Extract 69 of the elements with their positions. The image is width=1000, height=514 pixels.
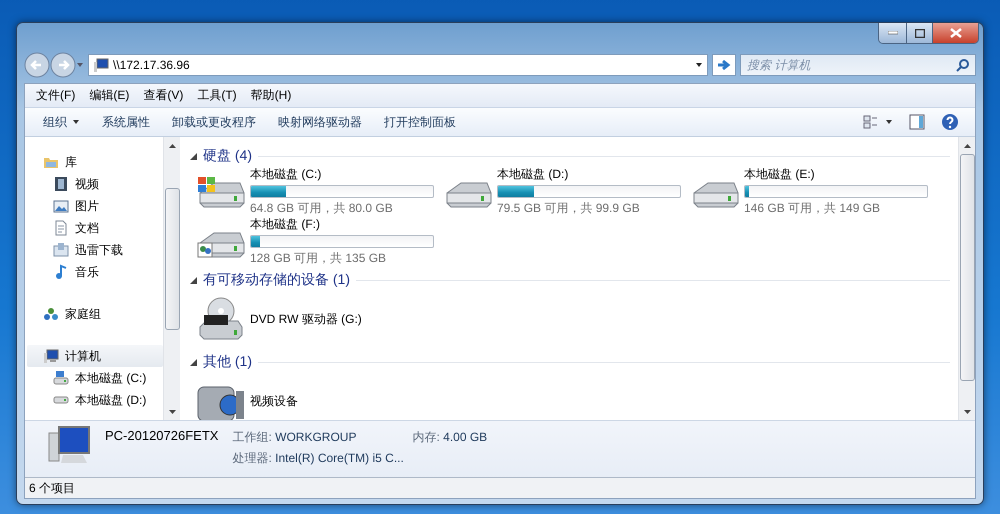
picture-icon [53, 198, 69, 214]
help-icon [941, 113, 959, 131]
sidebar-item[interactable]: 视频 [27, 173, 163, 195]
caret-icon [885, 119, 893, 125]
detail-field: 内存: 4.00 GB [412, 429, 488, 446]
back-button[interactable] [24, 52, 50, 78]
item-count: 6 个项目 [29, 480, 76, 496]
close-button[interactable] [932, 23, 978, 43]
sidebar-item[interactable]: 文档 [27, 217, 163, 239]
caret-icon [695, 62, 703, 68]
toolbar-button[interactable]: 组织 [35, 111, 88, 133]
down-arrow-icon [168, 410, 176, 414]
scrollbar[interactable] [958, 137, 975, 420]
section-title: 硬盘 (4) [203, 147, 252, 165]
down-arrow-icon [964, 410, 970, 414]
address-field[interactable]: \\172.17.36.96 [88, 54, 708, 76]
drive-item[interactable]: DVD RW 驱动器 (G:) [196, 293, 443, 345]
pane-icon [909, 114, 925, 130]
close-icon [950, 28, 962, 38]
drive-name: 视频设备 [250, 392, 298, 410]
forward-button[interactable] [50, 52, 76, 78]
search-icon [956, 58, 970, 72]
computer-icon [43, 348, 59, 364]
menu-item[interactable]: 文件(F) [29, 87, 82, 104]
view-icon [863, 114, 879, 130]
sidebar-item[interactable]: 家庭组 [27, 303, 163, 325]
sidebar-item[interactable]: 库 [27, 151, 163, 173]
sidebar-item[interactable]: 本地磁盘 (D:) [27, 389, 163, 411]
sidebar-item[interactable]: 音乐 [27, 261, 163, 283]
arrow-icon [717, 59, 731, 71]
toolbar-button[interactable]: 打开控制面板 [376, 111, 464, 133]
toolbar-button[interactable]: 映射网络驱动器 [270, 111, 370, 133]
maximize-icon [914, 28, 924, 38]
drive-icon [53, 396, 69, 404]
detail-field: 处理器: Intel(R) Core(TM) i5 C... [232, 450, 412, 467]
section-title: 其他 (1) [203, 353, 252, 371]
section-title: 有可移动存储的设备 (1) [203, 271, 350, 289]
collapse-icon [190, 276, 197, 284]
toolbar-button[interactable]: 系统属性 [94, 111, 158, 133]
scrollbar[interactable] [163, 137, 180, 420]
up-arrow-icon [168, 144, 176, 148]
document-icon [53, 220, 69, 236]
go-button[interactable] [712, 54, 736, 76]
sidebar-item[interactable]: 计算机 [27, 345, 163, 367]
menu-item[interactable]: 编辑(E) [82, 87, 136, 104]
collapse-icon [190, 152, 197, 160]
drive-icon [53, 370, 69, 386]
download-folder-icon [53, 242, 69, 258]
drive-item[interactable]: 视频设备 [196, 375, 443, 420]
toolbar-button[interactable]: 卸载或更改程序 [164, 111, 264, 133]
search-field[interactable]: 搜索 计算机 [740, 54, 976, 76]
computer-icon [93, 57, 109, 73]
minimize-icon [888, 31, 898, 35]
computer-name: PC-20120726FETX [105, 428, 218, 443]
maximize-button[interactable] [906, 23, 932, 43]
menu-item[interactable]: 工具(T) [190, 87, 244, 104]
network-icon [43, 306, 59, 322]
menu-item[interactable]: 查看(V) [136, 87, 190, 104]
music-note-icon [53, 264, 69, 280]
sidebar-item[interactable]: 迅雷下载 [27, 239, 163, 261]
collapse-icon [190, 358, 197, 366]
drive-name: DVD RW 驱动器 (G:) [250, 310, 362, 328]
caret-icon [76, 62, 84, 68]
menu-item[interactable]: 帮助(H) [244, 87, 298, 104]
up-arrow-icon [964, 144, 970, 148]
sidebar-item[interactable]: 图片 [27, 195, 163, 217]
sidebar-item[interactable]: 本地磁盘 (C:) [27, 367, 163, 389]
film-icon [53, 176, 69, 192]
detail-field: 工作组: WORKGROUP [232, 429, 412, 446]
